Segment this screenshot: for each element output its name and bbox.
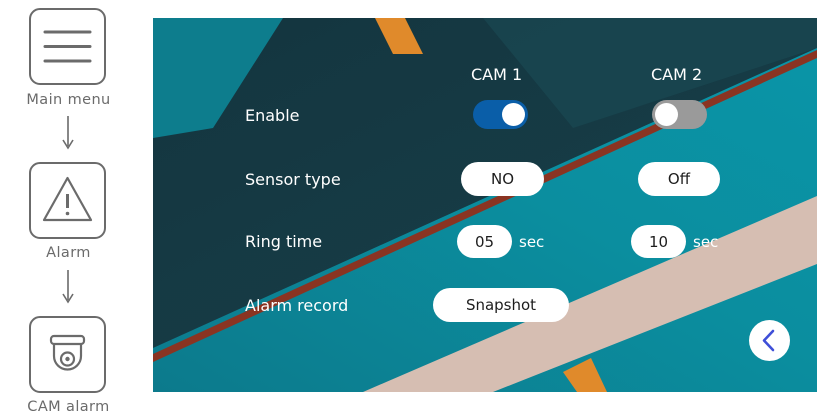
enable-cam1-toggle[interactable] xyxy=(473,100,528,129)
enable-label: Enable xyxy=(245,106,300,125)
ring-time-cam2-field[interactable]: 10 xyxy=(631,225,686,258)
ring-time-cam1-field[interactable]: 05 xyxy=(457,225,512,258)
back-button[interactable] xyxy=(749,320,790,361)
main-menu-label: Main menu xyxy=(26,92,111,108)
toggle-knob xyxy=(502,103,525,126)
warning-icon xyxy=(42,176,93,222)
menu-icon xyxy=(43,30,92,63)
alarm-label: Alarm xyxy=(46,245,91,261)
dome-camera-icon xyxy=(49,334,86,371)
toggle-knob xyxy=(655,103,678,126)
ring-time-cam1-unit: sec xyxy=(519,233,545,251)
main-menu-button[interactable] xyxy=(29,8,106,85)
sensor-type-label: Sensor type xyxy=(245,170,341,189)
column-header-cam2: CAM 2 xyxy=(651,65,703,84)
cam-alarm-label: CAM alarm xyxy=(27,399,110,415)
alarm-record-label: Alarm record xyxy=(245,296,349,315)
down-arrow-icon xyxy=(62,270,74,304)
device-screen: CAM 1 CAM 2 Enable Sensor type NO Off Ri… xyxy=(153,18,817,392)
sensor-type-cam2-button[interactable]: Off xyxy=(638,162,720,196)
sensor-type-cam1-button[interactable]: NO xyxy=(461,162,544,196)
ring-time-label: Ring time xyxy=(245,232,323,251)
cam-alarm-button[interactable] xyxy=(29,316,106,393)
alarm-record-button[interactable]: Snapshot xyxy=(433,288,569,322)
enable-cam2-toggle[interactable] xyxy=(652,100,707,129)
chevron-left-icon xyxy=(762,329,775,352)
column-header-cam1: CAM 1 xyxy=(471,65,523,84)
ring-time-cam2-unit: sec xyxy=(693,233,719,251)
down-arrow-icon xyxy=(62,116,74,150)
alarm-button[interactable] xyxy=(29,162,106,239)
